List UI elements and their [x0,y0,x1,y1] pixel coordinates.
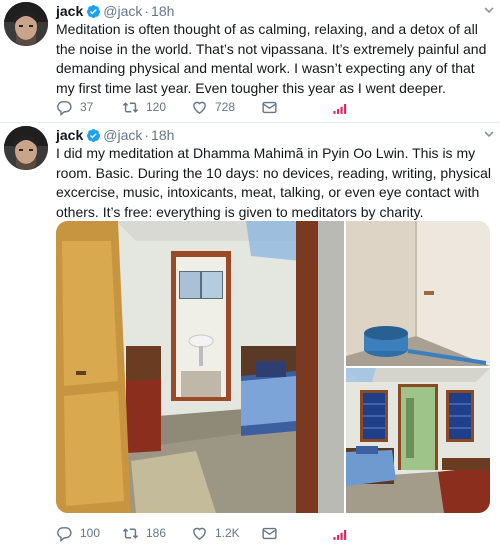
direct-message-icon [262,101,277,113]
tweet-actions: 100 186 1.2K [56,524,356,542]
like-button[interactable]: 728 [191,98,235,116]
like-icon [193,527,206,540]
author-handle[interactable]: @jack [103,127,142,143]
avatar[interactable] [4,2,48,46]
like-button[interactable]: 1.2K [191,524,240,542]
tweet[interactable]: jack @jack · 18h I did my meditation at Dha… [0,124,500,545]
chevron-down-icon[interactable] [482,3,496,17]
retweet-icon [122,527,139,539]
author-name[interactable]: jack [56,3,83,19]
reply-icon [57,526,72,542]
tweet-header: jack @jack · 18h [56,3,174,19]
retweet-count: 186 [146,526,167,540]
reply-icon [57,100,72,116]
like-icon [193,101,206,114]
reply-count: 37 [80,100,94,114]
avatar[interactable] [4,126,48,170]
tweet-body: Meditation is often thought of as calmin… [56,21,487,96]
retweet-count: 120 [146,100,167,114]
separator-dot: · [144,127,150,143]
tweet-header: jack @jack · 18h [56,127,174,143]
tweet-text: I did my meditation at Dhamma Mahimã in … [56,144,492,222]
analytics-button[interactable] [332,98,356,116]
reply-button[interactable]: 100 [56,524,100,542]
avatar-image [4,126,48,170]
separator-dot: · [144,3,150,19]
direct-message-button[interactable] [261,98,285,116]
avatar-image [4,2,48,46]
tweet-text: Meditation is often thought of as calmin… [56,20,492,98]
reply-count: 100 [80,526,101,540]
timestamp[interactable]: 18h [151,127,174,143]
author-name[interactable]: jack [56,127,83,143]
direct-message-button[interactable] [261,524,285,542]
reply-button[interactable]: 37 [56,98,93,116]
tweet-divider [0,122,500,123]
retweet-button[interactable]: 186 [122,524,166,542]
retweet-icon [122,101,139,113]
photo-grid [56,221,490,513]
chevron-down-icon[interactable] [482,127,496,141]
like-count: 1.2K [215,526,240,540]
corner-with-blue-bucket-photo[interactable] [346,221,490,366]
room-with-windows-and-bed-photo[interactable] [346,368,490,513]
author-handle[interactable]: @jack [103,3,142,19]
verified-badge-icon [86,4,101,19]
tweet-actions: 37 120 728 [56,98,356,116]
analytics-button[interactable] [332,524,356,542]
verified-badge-icon [86,128,101,143]
like-count: 728 [215,100,236,114]
direct-message-icon [262,527,277,539]
tweet-body: I did my meditation at Dhamma Mahimã in … [56,145,491,220]
room-with-door-and-bed-photo[interactable] [56,221,344,513]
tweet[interactable]: jack @jack · 18h Meditation is often though… [0,0,500,123]
analytics-icon [333,529,347,540]
timestamp[interactable]: 18h [151,3,174,19]
retweet-button[interactable]: 120 [122,98,166,116]
analytics-icon [333,103,347,114]
